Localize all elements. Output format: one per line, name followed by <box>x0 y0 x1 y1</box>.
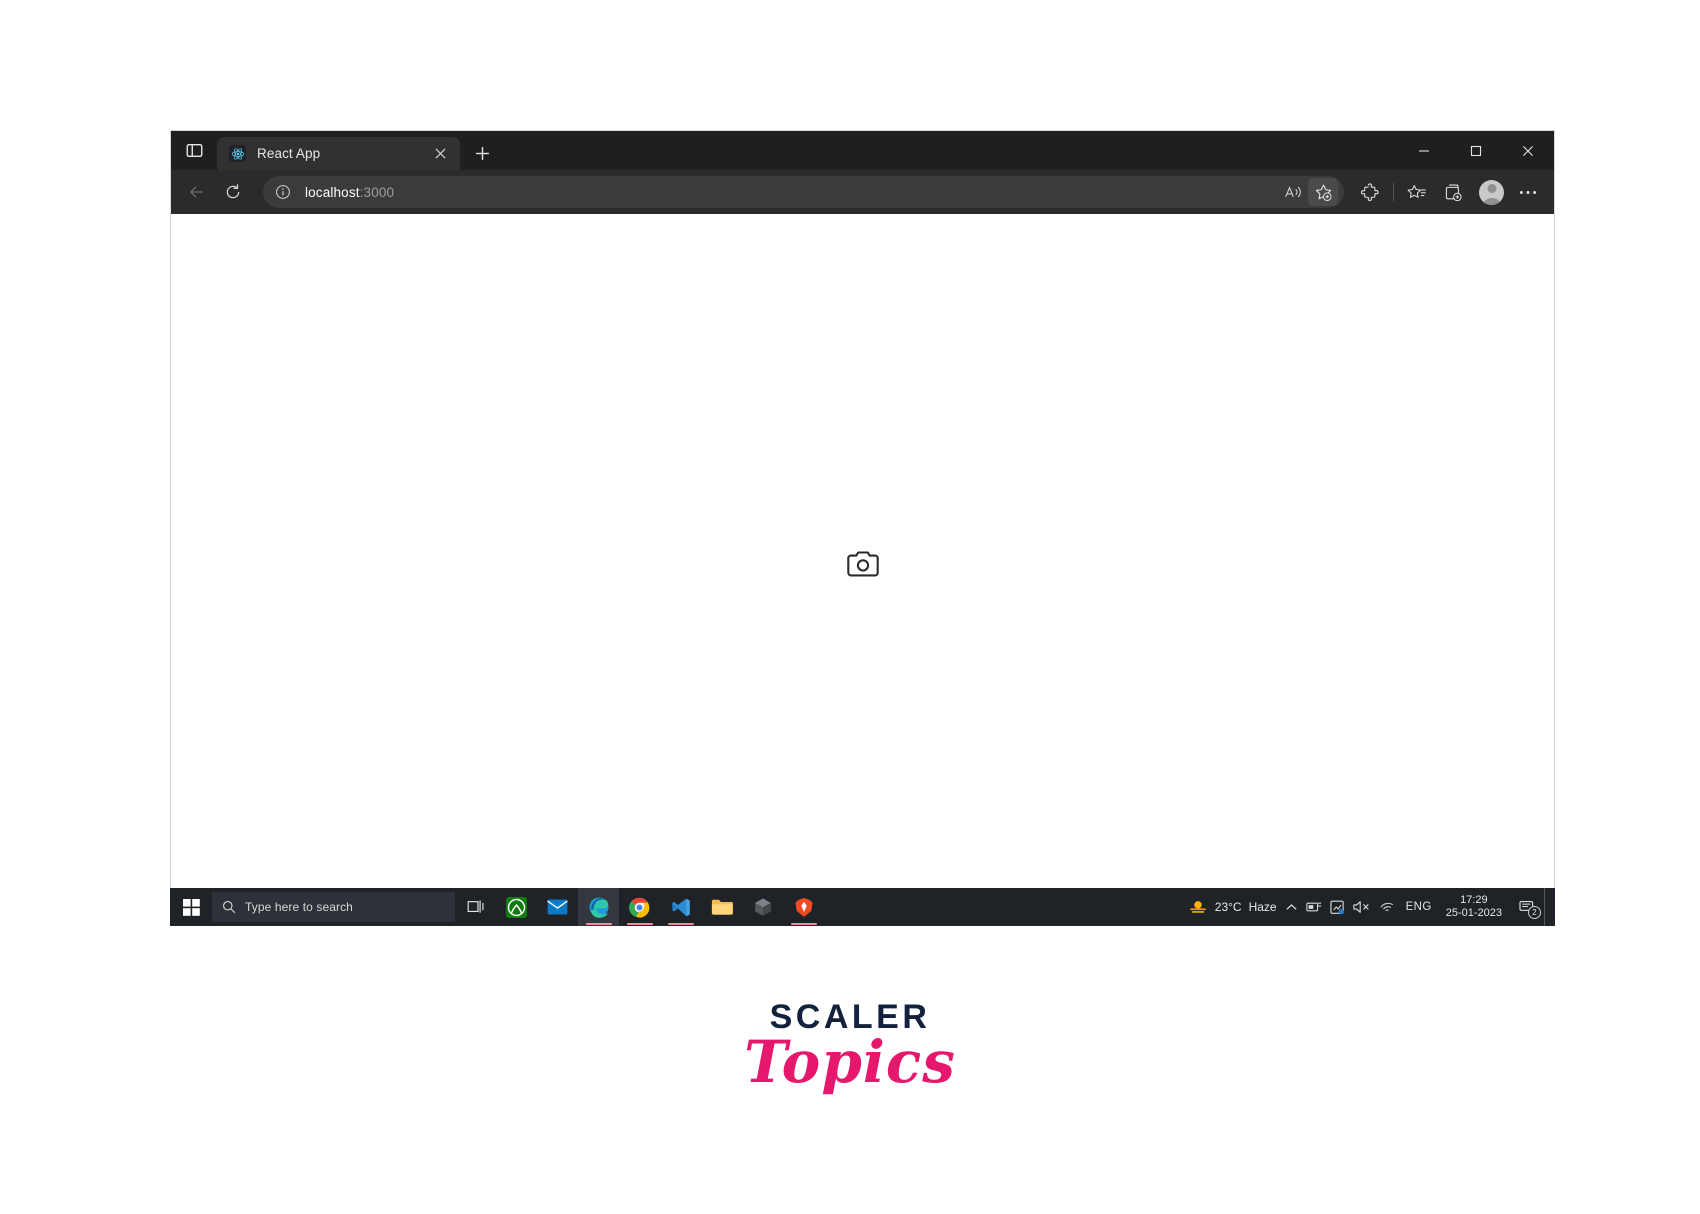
tab-title: React App <box>257 146 321 161</box>
browser-window: React App localhost:3000 <box>170 130 1555 920</box>
page-viewport <box>171 214 1554 919</box>
settings-and-more-button[interactable] <box>1510 176 1546 208</box>
clock-date: 25-01-2023 <box>1445 907 1502 919</box>
windows-start-icon[interactable] <box>170 888 212 926</box>
volume-tray-icon[interactable] <box>1349 888 1375 926</box>
minimize-button[interactable] <box>1398 131 1450 170</box>
favorites-button[interactable] <box>1399 176 1435 208</box>
read-aloud-button[interactable] <box>1278 178 1308 206</box>
weather-temperature: 23°C <box>1214 900 1242 914</box>
haze-weather-icon <box>1189 901 1206 913</box>
taskbar-clock[interactable]: 17:29 25-01-2023 <box>1438 894 1510 920</box>
back-button[interactable] <box>179 176 215 208</box>
react-logo-icon <box>229 145 246 162</box>
search-placeholder: Type here to search <box>245 900 353 914</box>
url-port: :3000 <box>359 184 395 200</box>
network-tray-icon[interactable] <box>1375 888 1400 926</box>
address-bar-actions <box>1278 178 1338 206</box>
back-arrow-icon <box>190 186 203 198</box>
xbox-app-icon[interactable] <box>496 888 537 926</box>
site-info-button[interactable] <box>269 178 297 206</box>
tab-search-button[interactable] <box>171 131 217 170</box>
extensions-button[interactable] <box>1352 176 1388 208</box>
tab-strip: React App <box>171 131 1554 170</box>
add-favorite-button[interactable] <box>1308 178 1338 206</box>
security-tray-icon[interactable] <box>1326 888 1349 926</box>
google-chrome-icon[interactable] <box>619 888 660 926</box>
visual-studio-code-icon[interactable] <box>660 888 701 926</box>
file-explorer-icon[interactable] <box>701 888 742 926</box>
window-close-button[interactable] <box>1502 131 1554 170</box>
scaler-topics-logo: SCALER Topics <box>0 1000 1700 1093</box>
maximize-button[interactable] <box>1450 131 1502 170</box>
url-text: localhost:3000 <box>305 185 394 200</box>
address-bar[interactable]: localhost:3000 <box>263 176 1344 208</box>
reload-button[interactable] <box>215 176 251 208</box>
more-options-icon <box>1519 190 1537 194</box>
search-icon <box>223 901 236 914</box>
notification-count-badge: 2 <box>1528 906 1541 919</box>
language-indicator[interactable]: ENG <box>1400 888 1438 926</box>
task-view-button[interactable] <box>455 888 496 926</box>
chevron-up-icon <box>1286 903 1297 910</box>
toolbar-separator <box>1393 183 1394 201</box>
minimize-icon <box>1419 149 1429 152</box>
url-host: localhost <box>305 184 360 200</box>
show-desktop-button[interactable] <box>1544 888 1551 926</box>
notifications-button[interactable]: 2 <box>1510 888 1544 926</box>
read-aloud-icon <box>1284 185 1301 197</box>
weather-condition: Haze <box>1248 900 1277 914</box>
maximize-icon <box>1470 145 1482 156</box>
system-tray: 23°C Haze ENG 17:29 25-01-2023 2 <box>1182 888 1555 926</box>
wifi-icon <box>1380 902 1393 912</box>
microsoft-edge-icon[interactable] <box>578 888 619 926</box>
camera-broken-image-icon <box>846 550 879 583</box>
windows-taskbar: Type here to search 23°C Haze ENG 17:29 … <box>170 888 1555 926</box>
favorites-list-icon <box>1407 184 1426 198</box>
weather-widget[interactable]: 23°C Haze <box>1182 888 1281 926</box>
task-view-icon <box>467 900 484 913</box>
brave-browser-icon[interactable] <box>783 888 824 926</box>
browser-toolbar: localhost:3000 <box>171 170 1554 214</box>
info-circle-icon <box>276 185 290 199</box>
window-controls <box>1398 131 1554 170</box>
profile-avatar-icon[interactable] <box>1479 179 1504 205</box>
onedrive-tray-icon[interactable] <box>1302 888 1326 926</box>
extensions-puzzle-icon <box>1360 182 1379 201</box>
volume-muted-icon <box>1352 901 1369 913</box>
unity-hub-icon[interactable] <box>742 888 783 926</box>
reload-icon <box>226 184 240 199</box>
new-tab-button[interactable] <box>466 137 499 170</box>
collections-icon <box>1445 184 1462 201</box>
clock-time: 17:29 <box>1460 894 1488 907</box>
logo-topics-text: Topics <box>744 1028 956 1096</box>
show-hidden-icons-button[interactable] <box>1281 888 1302 926</box>
tab-close-button[interactable] <box>428 142 452 166</box>
tab-search-icon <box>186 143 202 158</box>
close-icon <box>434 148 446 159</box>
taskbar-search-input[interactable]: Type here to search <box>212 892 455 922</box>
plus-icon <box>476 147 489 160</box>
taskbar-app-icons <box>455 888 824 926</box>
close-icon <box>1523 145 1533 156</box>
mail-app-icon[interactable] <box>537 888 578 926</box>
browser-tab[interactable]: React App <box>217 137 460 170</box>
collections-button[interactable] <box>1435 176 1471 208</box>
add-favorite-star-icon <box>1315 184 1331 201</box>
